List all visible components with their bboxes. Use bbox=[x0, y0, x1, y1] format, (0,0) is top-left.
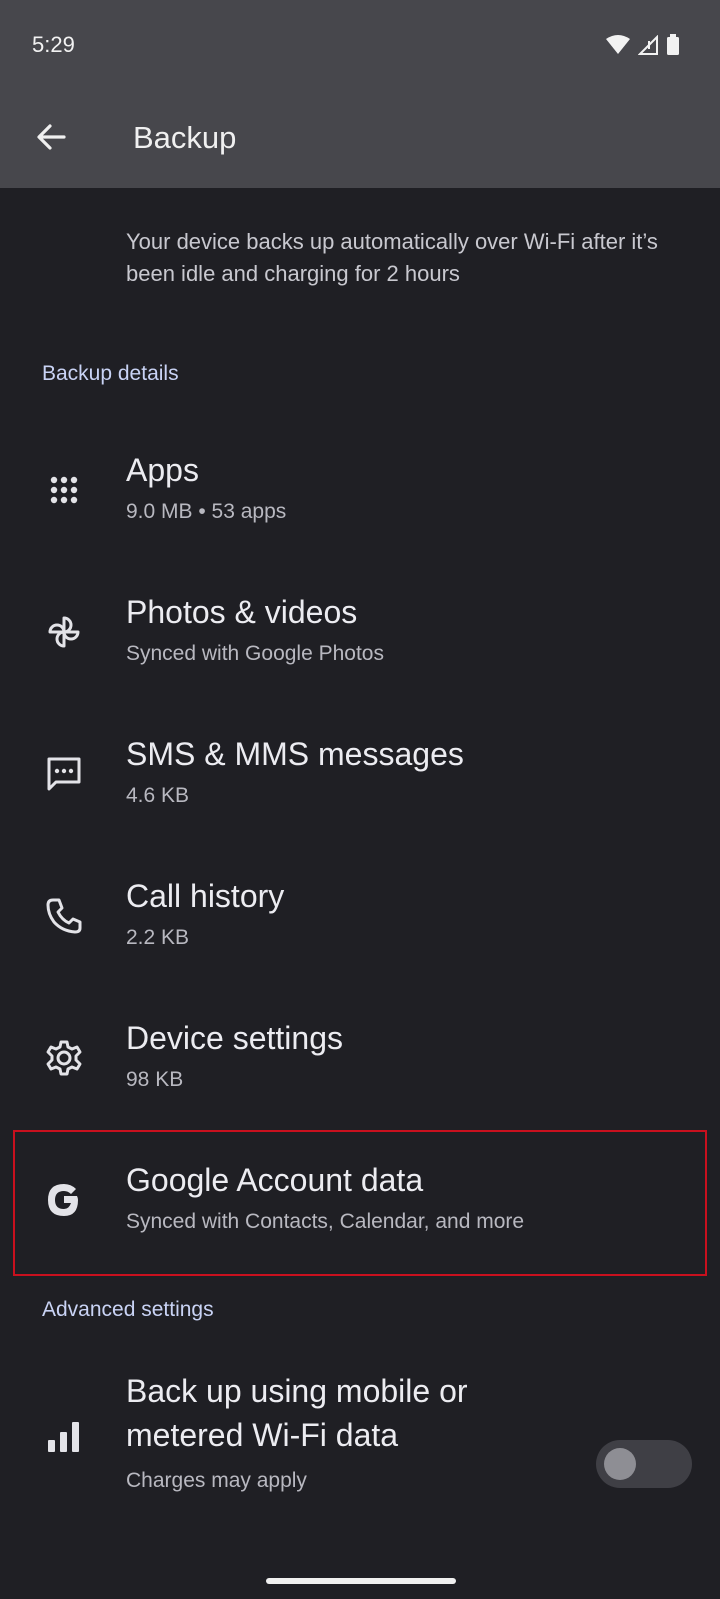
section-header-backup-details: Backup details bbox=[42, 362, 179, 385]
list-item-subtitle: 4.6 KB bbox=[126, 784, 190, 807]
arrow-back-icon bbox=[37, 124, 66, 150]
wifi-icon bbox=[606, 35, 630, 54]
list-item-mobile-data-backup[interactable]: Back up using mobile or metered Wi-Fi da… bbox=[0, 1363, 720, 1513]
list-item-title: metered Wi-Fi data bbox=[126, 1417, 399, 1453]
status-time: 5:29 bbox=[32, 32, 75, 57]
list-item-subtitle: 2.2 KB bbox=[126, 926, 190, 949]
list-item-title: SMS & MMS messages bbox=[126, 736, 464, 772]
list-item-subtitle: Charges may apply bbox=[126, 1469, 307, 1492]
status-bar: 5:29 bbox=[0, 0, 720, 90]
cell-signal-icon bbox=[638, 35, 658, 55]
section-header-advanced-settings: Advanced settings bbox=[42, 1298, 214, 1321]
app-bar: Backup bbox=[0, 90, 720, 188]
list-item-subtitle: Synced with Google Photos bbox=[126, 642, 384, 665]
backup-content[interactable]: Your device backs up automatically over … bbox=[0, 188, 720, 1599]
list-item-subtitle: 98 KB bbox=[126, 1068, 184, 1091]
highlight-box bbox=[13, 1130, 707, 1276]
status-icons bbox=[606, 34, 680, 56]
list-item-title: Apps bbox=[126, 452, 199, 488]
home-indicator[interactable] bbox=[266, 1578, 456, 1584]
phone-icon bbox=[40, 892, 88, 940]
backup-description: Your device backs up automatically over … bbox=[126, 229, 658, 286]
gear-icon bbox=[40, 1034, 88, 1082]
toggle-knob bbox=[604, 1448, 636, 1480]
battery-icon bbox=[667, 34, 679, 55]
list-item-call-history[interactable]: Call history 2.2 KB bbox=[0, 864, 720, 984]
list-item-photos-videos[interactable]: Photos & videos Synced with Google Photo… bbox=[0, 580, 720, 700]
list-item-title: Photos & videos bbox=[126, 594, 358, 630]
message-icon bbox=[40, 750, 88, 798]
signal-bars-icon bbox=[40, 1413, 88, 1461]
list-item-title: Device settings bbox=[126, 1020, 343, 1056]
list-item-apps[interactable]: Apps 9.0 MB • 53 apps bbox=[0, 438, 720, 558]
mobile-data-toggle[interactable] bbox=[596, 1440, 692, 1488]
list-item-title: Call history bbox=[126, 878, 285, 914]
pinwheel-icon bbox=[40, 608, 88, 656]
apps-grid-icon bbox=[40, 466, 88, 514]
list-item-device-settings[interactable]: Device settings 98 KB bbox=[0, 1006, 720, 1126]
list-item-sms-mms[interactable]: SMS & MMS messages 4.6 KB bbox=[0, 722, 720, 842]
list-item-subtitle: 9.0 MB • 53 apps bbox=[126, 500, 287, 523]
back-button[interactable] bbox=[26, 112, 76, 162]
page-title: Backup bbox=[133, 120, 237, 155]
list-item-title: Back up using mobile or bbox=[126, 1373, 468, 1409]
